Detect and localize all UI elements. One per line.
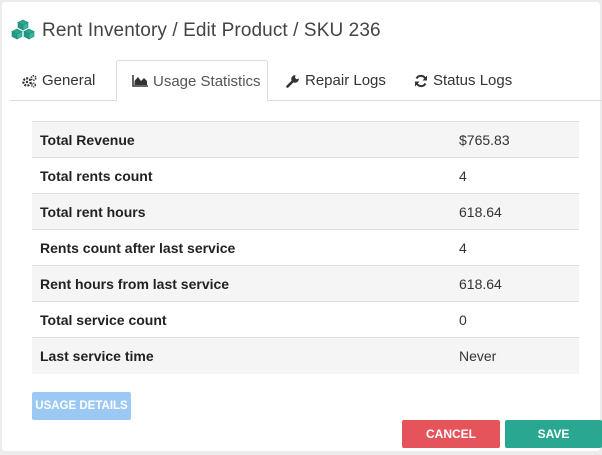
table-row: Total service count 0 (32, 301, 579, 338)
tab-general-label: General (42, 72, 96, 89)
tab-status-logs[interactable]: Status Logs (414, 60, 512, 101)
stat-value: 618.64 (450, 265, 579, 302)
stat-label: Total service count (32, 301, 450, 338)
table-row: Last service time Never (32, 337, 579, 374)
tab-bar: General Usage Statistics Repair Logs Sta… (10, 60, 602, 102)
stat-value: $765.83 (450, 121, 579, 158)
tab-repair-logs-label: Repair Logs (305, 72, 386, 89)
tab-general[interactable]: General (22, 60, 95, 101)
cancel-button[interactable]: CANCEL (402, 420, 500, 448)
stat-value: 618.64 (450, 193, 579, 230)
table-row: Rent hours from last service 618.64 (32, 265, 579, 302)
tab-usage-statistics-label: Usage Statistics (153, 72, 261, 90)
refresh-icon (415, 74, 427, 87)
stat-label: Rent hours from last service (32, 265, 450, 302)
table-row: Rents count after last service 4 (32, 229, 579, 266)
stat-label: Rents count after last service (32, 229, 450, 266)
tab-status-logs-label: Status Logs (433, 72, 513, 89)
stat-value: 0 (450, 301, 579, 338)
usage-statistics-table: Total Revenue $765.83 Total rents count … (32, 121, 579, 374)
stat-value: 4 (450, 229, 579, 266)
table-row: Total Revenue $765.83 (32, 121, 579, 158)
table-row: Total rent hours 618.64 (32, 193, 579, 230)
stat-value: 4 (450, 157, 579, 194)
stat-label: Last service time (32, 337, 450, 374)
page-title: Rent Inventory / Edit Product / SKU 236 (42, 20, 381, 41)
gears-icon (22, 74, 37, 87)
tab-usage-statistics[interactable]: Usage Statistics (116, 60, 268, 102)
page-header: Rent Inventory / Edit Product / SKU 236 (10, 18, 381, 44)
tab-repair-logs[interactable]: Repair Logs (286, 60, 386, 101)
stat-value: Never (450, 337, 579, 374)
save-button[interactable]: SAVE (505, 420, 602, 448)
stat-label: Total Revenue (32, 121, 450, 158)
stat-label: Total rents count (32, 157, 450, 194)
usage-details-button[interactable]: USAGE DETAILS (32, 392, 131, 420)
cubes-icon (11, 19, 35, 40)
table-row: Total rents count 4 (32, 157, 579, 194)
area-chart-icon (132, 75, 148, 87)
stat-label: Total rent hours (32, 193, 450, 230)
wrench-icon (286, 74, 299, 88)
edit-product-panel: Rent Inventory / Edit Product / SKU 236 … (2, 2, 602, 451)
